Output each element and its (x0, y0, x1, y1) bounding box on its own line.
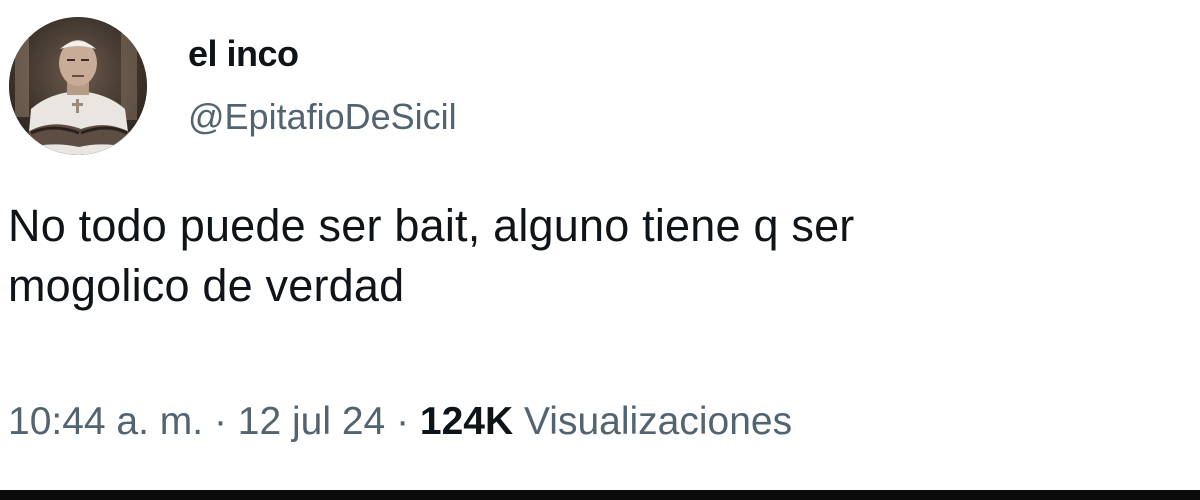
tweet-time[interactable]: 10:44 a. m. (8, 400, 203, 443)
bottom-border (0, 490, 1200, 500)
tweet-metadata: 10:44 a. m. · 12 jul 24 · 124K Visualiza… (8, 398, 792, 446)
tweet-card: el inco @EpitafioDeSicil No todo puede s… (0, 0, 1200, 490)
user-handle[interactable]: @EpitafioDeSicil (188, 95, 457, 139)
display-name[interactable]: el inco (188, 32, 299, 76)
views-label: Visualizaciones (513, 400, 793, 443)
separator-dot: · (385, 400, 420, 443)
profile-photo-icon (9, 17, 147, 155)
tweet-text: No todo puede ser bait, alguno tiene q s… (8, 200, 855, 311)
tweet-date[interactable]: 12 jul 24 (238, 400, 385, 443)
views-count[interactable]: 124K (420, 400, 513, 443)
separator-dot: · (203, 400, 238, 443)
avatar[interactable] (9, 17, 147, 155)
